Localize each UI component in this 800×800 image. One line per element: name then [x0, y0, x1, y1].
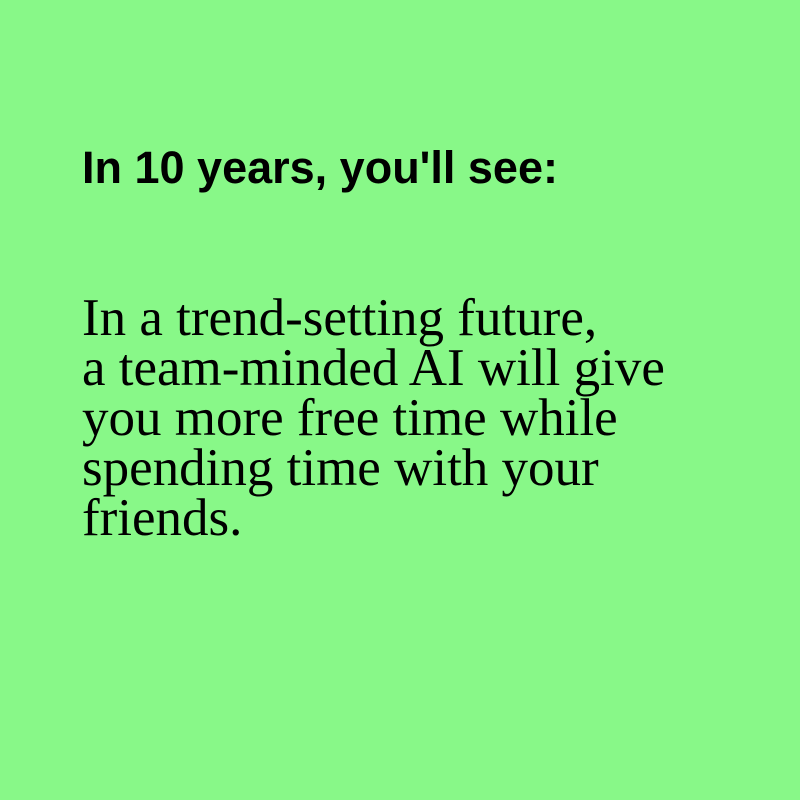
body-text: In a trend-setting future, a team-minded…: [82, 289, 665, 547]
body-line: In a trend-setting future,: [82, 289, 598, 347]
body-line: spending time with your: [82, 439, 599, 497]
heading: In 10 years, you'll see:: [82, 142, 558, 193]
body-line: a team-minded AI will give: [82, 339, 665, 397]
body-line: you more free time while: [82, 389, 618, 447]
body-line: friends.: [82, 489, 243, 547]
